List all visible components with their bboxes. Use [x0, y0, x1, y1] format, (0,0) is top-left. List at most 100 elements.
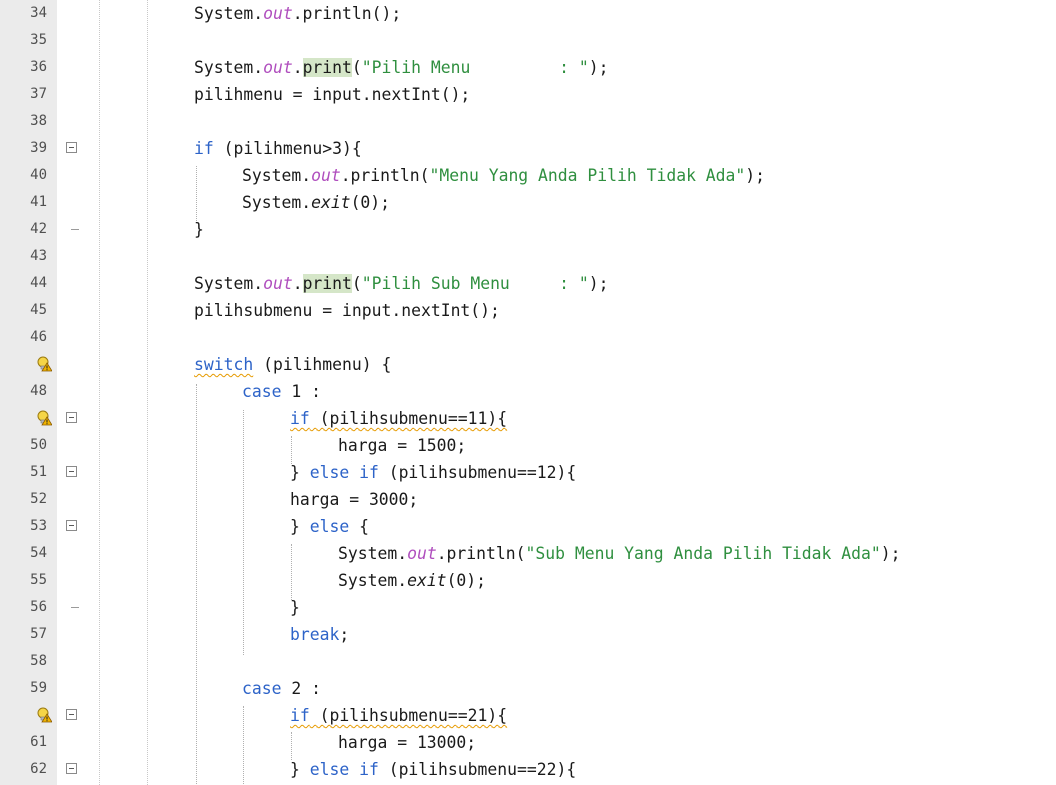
fold-collapse-icon[interactable] — [66, 142, 77, 153]
warning-lightbulb-icon[interactable] — [36, 707, 53, 723]
code-line[interactable]: 62} else if (pilihsubmenu==22){ — [0, 756, 1056, 783]
code-line[interactable]: 52 harga = 3000; — [0, 486, 1056, 513]
code-line[interactable]: 57 break; — [0, 621, 1056, 648]
code-token: else if — [309, 760, 379, 779]
code-line[interactable]: 34 System.out.println(); — [0, 0, 1056, 27]
code-line[interactable]: 41 System.exit(0); — [0, 189, 1056, 216]
code-token: } — [194, 220, 204, 239]
code-text[interactable]: System.out.println("Sub Menu Yang Anda P… — [338, 540, 901, 567]
code-line[interactable]: 56} — [0, 594, 1056, 621]
code-line[interactable]: 58 — [0, 648, 1056, 675]
code-token: (pilihmenu) { — [253, 355, 392, 374]
fold-collapse-icon[interactable] — [66, 466, 77, 477]
code-line[interactable]: 48 case 1 : — [0, 378, 1056, 405]
line-number: 40 — [30, 167, 47, 183]
code-line[interactable]: 59 case 2 : — [0, 675, 1056, 702]
code-text[interactable]: } else { — [290, 513, 369, 540]
fold-collapse-icon[interactable] — [66, 412, 77, 423]
warning-lightbulb-icon[interactable] — [36, 356, 53, 372]
line-number: 61 — [30, 734, 47, 750]
fold-end-marker — [71, 607, 79, 608]
code-text[interactable]: System.out.print("Pilih Sub Menu : "); — [194, 270, 609, 297]
line-number: 55 — [30, 572, 47, 588]
code-token: if — [290, 706, 310, 725]
code-line[interactable]: 45 pilihsubmenu = input.nextInt(); — [0, 297, 1056, 324]
code-text[interactable]: System.exit(0); — [242, 189, 390, 216]
code-token: { — [349, 517, 369, 536]
code-text[interactable]: if (pilihsubmenu==21){ — [290, 702, 507, 729]
code-line[interactable]: 39 if (pilihmenu>3){ — [0, 135, 1056, 162]
code-token: print — [302, 58, 352, 77]
code-text[interactable]: pilihmenu = input.nextInt(); — [194, 81, 470, 108]
code-token: .println( — [340, 166, 430, 185]
line-number: 38 — [30, 113, 47, 129]
code-line[interactable]: 38 — [0, 108, 1056, 135]
code-line[interactable]: 43 — [0, 243, 1056, 270]
code-token: (0); — [350, 193, 391, 212]
code-text[interactable]: case 2 : — [242, 675, 321, 702]
line-number: 37 — [30, 86, 47, 102]
fold-collapse-icon[interactable] — [66, 520, 77, 531]
code-token: out — [263, 274, 293, 293]
code-token: harga = 1500; — [338, 436, 467, 455]
code-text[interactable]: harga = 1500; — [338, 432, 466, 459]
code-line[interactable]: 37 pilihmenu = input.nextInt(); — [0, 81, 1056, 108]
warning-lightbulb-icon[interactable] — [36, 410, 53, 426]
code-line[interactable]: 35 — [0, 27, 1056, 54]
code-line[interactable]: 46 — [0, 324, 1056, 351]
code-line[interactable]: 36 System.out.print("Pilih Menu : "); — [0, 54, 1056, 81]
fold-collapse-icon[interactable] — [66, 709, 77, 720]
code-line[interactable]: 44 System.out.print("Pilih Sub Menu : "); — [0, 270, 1056, 297]
code-token: harga = 3000; — [290, 490, 419, 509]
code-text[interactable]: } else if (pilihsubmenu==12){ — [290, 459, 576, 486]
code-text[interactable]: } — [290, 594, 300, 621]
code-text[interactable]: } — [194, 216, 204, 243]
code-text[interactable]: harga = 3000; — [290, 486, 418, 513]
code-token: } — [290, 760, 310, 779]
line-number: 42 — [30, 221, 47, 237]
code-token: (0); — [446, 571, 487, 590]
code-token: .println( — [436, 544, 526, 563]
code-line[interactable]: 55 System.exit(0); — [0, 567, 1056, 594]
code-token: case — [242, 382, 282, 401]
code-line[interactable]: 42} — [0, 216, 1056, 243]
code-token: if — [290, 409, 310, 428]
line-number: 58 — [30, 653, 47, 669]
code-token: . — [292, 274, 303, 293]
code-text[interactable]: } else if (pilihsubmenu==22){ — [290, 756, 576, 783]
code-text[interactable]: harga = 13000; — [338, 729, 476, 756]
code-text[interactable]: break; — [290, 621, 349, 648]
code-text[interactable]: System.exit(0); — [338, 567, 486, 594]
code-line[interactable]: 50 harga = 1500; — [0, 432, 1056, 459]
code-line[interactable]: 61 harga = 13000; — [0, 729, 1056, 756]
code-text[interactable]: switch (pilihmenu) { — [194, 351, 391, 378]
code-token: } — [290, 463, 310, 482]
fold-collapse-icon[interactable] — [66, 763, 77, 774]
code-line[interactable]: 54 System.out.println("Sub Menu Yang Anda… — [0, 540, 1056, 567]
code-token: switch — [194, 355, 254, 374]
code-token: .println(); — [292, 4, 402, 23]
code-token: "Pilih Menu : " — [361, 58, 589, 77]
line-number: 35 — [30, 32, 47, 48]
code-token: } — [290, 598, 300, 617]
code-token: harga = 13000; — [338, 733, 477, 752]
code-token: out — [263, 4, 293, 23]
code-text[interactable]: if (pilihsubmenu==11){ — [290, 405, 507, 432]
fold-end-marker — [71, 229, 79, 230]
code-line[interactable]: 51} else if (pilihsubmenu==12){ — [0, 459, 1056, 486]
code-line[interactable]: 53} else { — [0, 513, 1056, 540]
code-text[interactable]: if (pilihmenu>3){ — [194, 135, 362, 162]
code-token: else if — [309, 463, 379, 482]
code-token: System. — [194, 58, 264, 77]
code-text[interactable]: pilihsubmenu = input.nextInt(); — [194, 297, 500, 324]
code-text[interactable]: System.out.print("Pilih Menu : "); — [194, 54, 609, 81]
code-line[interactable]: if (pilihsubmenu==11){ — [0, 405, 1056, 432]
code-line[interactable]: if (pilihsubmenu==21){ — [0, 702, 1056, 729]
line-number: 41 — [30, 194, 47, 210]
code-text[interactable]: case 1 : — [242, 378, 321, 405]
code-line[interactable]: switch (pilihmenu) { — [0, 351, 1056, 378]
code-token: (pilihsubmenu==11){ — [309, 409, 508, 428]
code-line[interactable]: 40 System.out.println("Menu Yang Anda Pil… — [0, 162, 1056, 189]
code-text[interactable]: System.out.println("Menu Yang Anda Pilih… — [242, 162, 765, 189]
code-text[interactable]: System.out.println(); — [194, 0, 401, 27]
